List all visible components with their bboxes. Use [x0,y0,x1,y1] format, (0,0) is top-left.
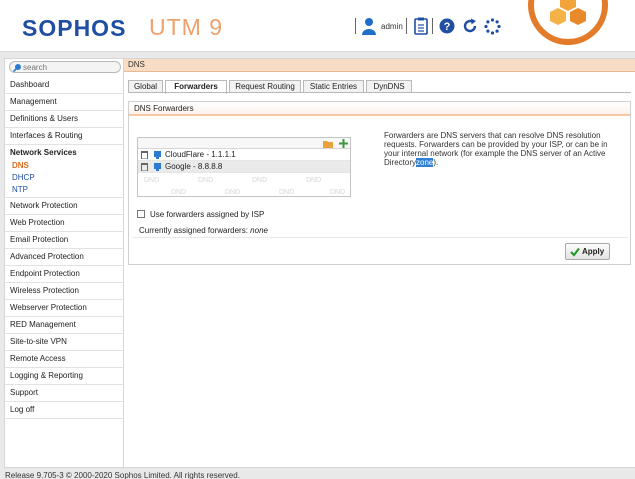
dnd-hint: DND [306,177,322,184]
nav-sub-ntp[interactable]: NTP [5,184,123,196]
nav-item-management[interactable]: Management [5,94,123,111]
list-toolbar [138,138,350,149]
footer-copyright: Release 9.705-3 © 2000-2020 Sophos Limit… [5,471,240,479]
search-box[interactable] [9,61,121,73]
tab-underline [128,92,631,93]
forwarders-list: CloudFlare - 1.1.1.1 Google - 8.8.8.8 DN… [137,137,351,197]
sophos-shield-icon [528,0,608,45]
sophos-logo: SOPHOS [22,15,127,41]
main-content: DNS Global Forwarders Request Routing St… [124,58,635,468]
search-icon [13,64,21,72]
nav-item-endpoint-protection[interactable]: Endpoint Protection [5,266,123,283]
nav-item-web-protection[interactable]: Web Protection [5,215,123,232]
isp-forwarders-checkbox[interactable] [137,210,145,218]
main-nav: Dashboard Management Definitions & Users… [5,77,123,419]
page-title: DNS [124,59,635,72]
network-object-icon [154,151,161,159]
dnd-hint: DND [279,189,295,196]
clipboard-icon[interactable] [414,17,428,35]
reload-icon[interactable] [462,18,478,34]
nav-item-network-services[interactable]: Network Services [5,145,123,160]
user-name[interactable]: admin [381,22,403,31]
header-separator [432,18,433,34]
help-icon[interactable]: ? [439,18,455,34]
assigned-value: none [250,226,268,235]
apply-button[interactable]: Apply [565,243,610,260]
list-item[interactable]: CloudFlare - 1.1.1.1 [138,149,350,161]
nav-sub-dhcp[interactable]: DHCP [5,172,123,184]
nav-item-webserver-protection[interactable]: Webserver Protection [5,300,123,317]
nav-item-dashboard[interactable]: Dashboard [5,77,123,94]
nav-item-log-off[interactable]: Log off [5,402,123,419]
dnd-hint: DND [252,177,268,184]
add-icon[interactable] [339,139,348,148]
nav-item-email-protection[interactable]: Email Protection [5,232,123,249]
dnd-hint: DND [330,189,346,196]
apply-label: Apply [582,247,605,256]
header-separator [355,18,356,34]
dnd-hint: DND [225,189,241,196]
folder-icon[interactable] [323,140,333,148]
dnd-hint: DND [171,189,187,196]
nav-item-advanced-protection[interactable]: Advanced Protection [5,249,123,266]
search-input[interactable] [23,62,119,72]
nav-item-site-to-site-vpn[interactable]: Site-to-site VPN [5,334,123,351]
assigned-forwarders: Currently assigned forwarders: none [139,226,268,235]
nav-item-remote-access[interactable]: Remote Access [5,351,123,368]
header-separator [406,18,407,34]
user-icon[interactable] [362,17,376,35]
checkmark-icon [570,247,580,257]
svg-text:?: ? [444,21,451,33]
activity-spinner-icon [484,18,501,35]
forwarder-name: Google - 8.8.8.8 [165,162,223,171]
panel-divider [133,237,628,238]
network-object-icon [154,163,161,171]
nav-item-logging-reporting[interactable]: Logging & Reporting [5,368,123,385]
trash-icon[interactable] [141,151,148,159]
assigned-label: Currently assigned forwarders: [139,226,248,235]
forwarders-description: Forwarders are DNS servers that can reso… [384,131,614,167]
app-header: SOPHOS UTM 9 admin ? [0,0,635,52]
nav-item-red-management[interactable]: RED Management [5,317,123,334]
forwarder-name: CloudFlare - 1.1.1.1 [165,150,236,159]
sidebar: Dashboard Management Definitions & Users… [4,58,124,468]
panel-title: DNS Forwarders [129,102,630,116]
nav-sub-dns[interactable]: DNS [5,160,123,172]
product-name: UTM 9 [149,14,223,40]
drop-zone[interactable]: DND DND DND DND DND DND DND DND [138,173,350,196]
dns-forwarders-panel: DNS Forwarders CloudFlare - 1.1.1.1 Goog… [128,101,631,265]
description-highlight: zone [416,158,434,167]
list-item[interactable]: Google - 8.8.8.8 [138,161,350,173]
nav-item-interfaces-routing[interactable]: Interfaces & Routing [5,128,123,145]
dnd-hint: DND [144,177,160,184]
isp-forwarders-label[interactable]: Use forwarders assigned by ISP [150,210,264,219]
nav-item-wireless-protection[interactable]: Wireless Protection [5,283,123,300]
nav-item-network-protection[interactable]: Network Protection [5,198,123,215]
trash-icon[interactable] [141,163,148,171]
dnd-hint: DND [198,177,214,184]
description-end: ). [433,158,439,167]
nav-item-definitions-users[interactable]: Definitions & Users [5,111,123,128]
nav-item-support[interactable]: Support [5,385,123,402]
